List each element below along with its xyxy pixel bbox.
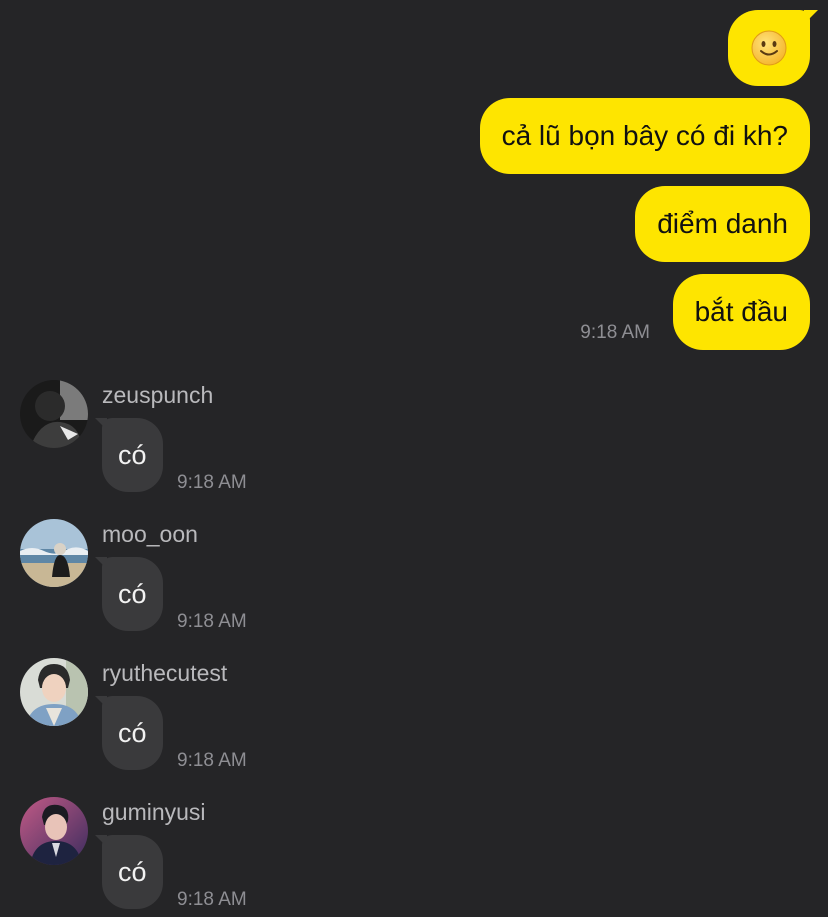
- incoming-message-row: guminyusi có 9:18 AM: [0, 797, 828, 917]
- incoming-message-bubble[interactable]: có: [95, 418, 163, 492]
- avatar[interactable]: [20, 797, 88, 865]
- user-avatar-image: [20, 658, 88, 726]
- incoming-message-bubble[interactable]: có: [95, 835, 163, 909]
- incoming-message-row: moo_oon có 9:18 AM: [0, 519, 828, 654]
- incoming-timestamp: 9:18 AM: [177, 611, 247, 632]
- incoming-timestamp: 9:18 AM: [177, 750, 247, 771]
- outgoing-message-bubble[interactable]: bắt đầu: [672, 274, 810, 350]
- username: zeuspunch: [102, 382, 214, 408]
- username: guminyusi: [102, 799, 206, 825]
- outgoing-message-bubble[interactable]: cả lũ bọn bây có đi kh?: [479, 98, 810, 174]
- user-avatar-image: [20, 380, 88, 448]
- outgoing-message-bubble[interactable]: điểm danh: [635, 186, 810, 262]
- outgoing-emoji-bubble[interactable]: [728, 10, 818, 86]
- incoming-message-bubble[interactable]: có: [95, 557, 163, 631]
- incoming-message-row: ryuthecutest có 9:18 AM: [0, 658, 828, 793]
- chat-thread: cả lũ bọn bây có đi kh? điểm danh bắt đầ…: [0, 0, 828, 917]
- user-avatar-image: [20, 519, 88, 587]
- avatar[interactable]: [20, 519, 88, 587]
- outgoing-timestamp: 9:18 AM: [580, 322, 650, 343]
- avatar[interactable]: [20, 658, 88, 726]
- username: moo_oon: [102, 521, 198, 547]
- incoming-timestamp: 9:18 AM: [177, 889, 247, 910]
- incoming-message-bubble[interactable]: có: [95, 696, 163, 770]
- incoming-timestamp: 9:18 AM: [177, 472, 247, 493]
- avatar[interactable]: [20, 380, 88, 448]
- smiley-emoji-icon: [751, 30, 787, 66]
- username: ryuthecutest: [102, 660, 228, 686]
- incoming-message-row: zeuspunch có 9:18 AM: [0, 380, 828, 515]
- user-avatar-image: [20, 797, 88, 865]
